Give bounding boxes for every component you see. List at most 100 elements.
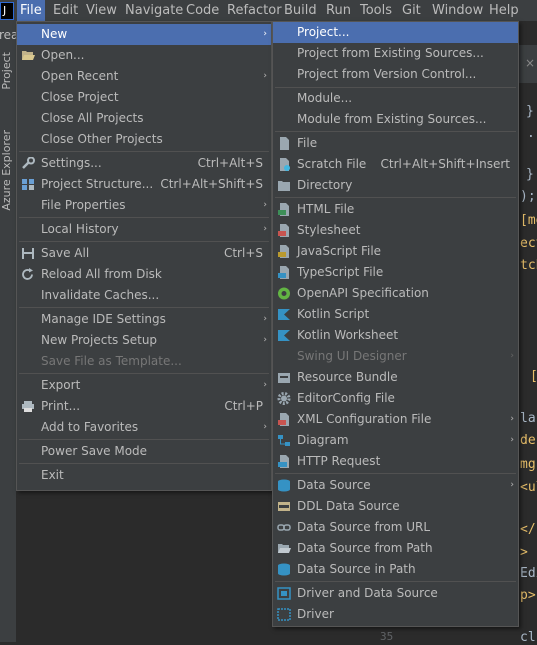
menu-item-new-projects-setup[interactable]: New Projects Setup › xyxy=(17,330,271,351)
menu-item-open-recent[interactable]: Open Recent › xyxy=(17,66,271,87)
menu-item-label: Save All xyxy=(41,246,90,260)
menu-item-export[interactable]: Export › xyxy=(17,375,271,396)
submenu-item-data-source-in-path[interactable]: Data Source in Path xyxy=(273,559,518,580)
submenu-item-resource-bundle[interactable]: Resource Bundle xyxy=(273,367,518,388)
menu-item-label: New Projects Setup xyxy=(41,333,158,347)
menu-item-label: Invalidate Caches... xyxy=(41,288,160,302)
submenu-item-scratch-file[interactable]: Scratch File Ctrl+Alt+Shift+Insert xyxy=(273,154,518,175)
submenu-arrow-icon: › xyxy=(263,380,267,390)
ddl-icon xyxy=(278,502,290,511)
menu-separator xyxy=(275,581,516,582)
submenu-item-module-from-existing-sources[interactable]: Module from Existing Sources... xyxy=(273,109,518,130)
menu-help[interactable]: Help xyxy=(486,0,522,21)
menu-item-exit[interactable]: Exit xyxy=(17,465,271,486)
menu-bar: J File Edit View Navigate Code Refactor … xyxy=(0,0,537,21)
menu-item-label: Directory xyxy=(297,178,353,192)
menu-item-label: Project Structure... xyxy=(41,177,154,191)
menu-item-label: Module from Existing Sources... xyxy=(297,112,487,126)
menu-build[interactable]: Build xyxy=(281,0,320,21)
menu-item-print[interactable]: Print... Ctrl+P xyxy=(17,396,271,417)
submenu-item-project-from-vcs[interactable]: Project from Version Control... xyxy=(273,64,518,85)
submenu-item-driver[interactable]: Driver xyxy=(273,604,518,625)
submenu-item-http-request[interactable]: HTTP Request xyxy=(273,451,518,472)
menu-window[interactable]: Window xyxy=(429,0,486,21)
submenu-arrow-icon: › xyxy=(510,480,514,490)
menu-item-label: Stylesheet xyxy=(297,223,361,237)
menu-item-invalidate-caches[interactable]: Invalidate Caches... xyxy=(17,285,271,306)
menu-item-manage-ide-settings[interactable]: Manage IDE Settings › xyxy=(17,309,271,330)
code-line: } xyxy=(526,104,534,119)
database-icon xyxy=(278,479,290,492)
driver-data-source-icon xyxy=(277,587,291,600)
submenu-item-editorconfig-file[interactable]: EditorConfig File xyxy=(273,388,518,409)
project-tool-tab[interactable]: Project xyxy=(0,52,13,90)
menu-refactor[interactable]: Refactor xyxy=(224,0,285,21)
menu-item-settings[interactable]: Settings... Ctrl+Alt+S xyxy=(17,153,271,174)
submenu-item-project[interactable]: Project... xyxy=(273,22,518,43)
close-tab-icon[interactable]: × xyxy=(525,56,535,70)
menu-separator xyxy=(275,131,516,132)
menu-item-close-project[interactable]: Close Project xyxy=(17,87,271,108)
menu-item-file-properties[interactable]: File Properties › xyxy=(17,195,271,216)
typescript-file-icon xyxy=(278,266,289,279)
submenu-item-html-file[interactable]: HTML File xyxy=(273,199,518,220)
menu-item-reload-all[interactable]: Reload All from Disk xyxy=(17,264,271,285)
menu-item-save-all[interactable]: Save All Ctrl+S xyxy=(17,243,271,264)
submenu-item-javascript-file[interactable]: JavaScript File xyxy=(273,241,518,262)
code-line: ); xyxy=(520,189,536,204)
menu-item-save-file-as-template: Save File as Template... xyxy=(17,351,271,372)
submenu-item-kotlin-script[interactable]: Kotlin Script xyxy=(273,304,518,325)
code-line: Edi xyxy=(520,566,537,581)
menu-item-label: Driver xyxy=(297,607,334,621)
submenu-item-directory[interactable]: Directory xyxy=(273,175,518,196)
code-line: . xyxy=(527,126,535,141)
menu-item-label: Diagram xyxy=(297,433,349,447)
folder-open-icon xyxy=(22,51,35,60)
submenu-item-file[interactable]: File xyxy=(273,133,518,154)
submenu-item-module[interactable]: Module... xyxy=(273,88,518,109)
submenu-item-stylesheet[interactable]: Stylesheet xyxy=(273,220,518,241)
menu-code[interactable]: Code xyxy=(183,0,222,21)
menu-edit[interactable]: Edit xyxy=(50,0,81,21)
submenu-arrow-icon: › xyxy=(510,435,514,445)
folder-icon xyxy=(278,181,290,191)
submenu-item-kotlin-worksheet[interactable]: Kotlin Worksheet xyxy=(273,325,518,346)
menu-item-local-history[interactable]: Local History › xyxy=(17,219,271,240)
menu-item-label: Project from Version Control... xyxy=(297,67,477,81)
menu-item-label: Manage IDE Settings xyxy=(41,312,166,326)
menu-item-power-save-mode[interactable]: Power Save Mode xyxy=(17,441,271,462)
submenu-item-data-source-from-path[interactable]: Data Source from Path xyxy=(273,538,518,559)
submenu-item-diagram[interactable]: Diagram › xyxy=(273,430,518,451)
menu-item-open[interactable]: Open... xyxy=(17,45,271,66)
menu-item-label: Local History xyxy=(41,222,119,236)
submenu-item-data-source[interactable]: Data Source › xyxy=(273,475,518,496)
code-line: [me xyxy=(520,213,537,228)
submenu-item-xml-configuration-file[interactable]: XML Configuration File › xyxy=(273,409,518,430)
submenu-item-driver-and-data-source[interactable]: Driver and Data Source xyxy=(273,583,518,604)
submenu-item-typescript-file[interactable]: TypeScript File xyxy=(273,262,518,283)
azure-explorer-tool-tab[interactable]: Azure Explorer xyxy=(0,130,13,211)
menu-item-label: Resource Bundle xyxy=(297,370,398,384)
menu-separator xyxy=(19,463,269,464)
submenu-item-data-source-from-url[interactable]: Data Source from URL xyxy=(273,517,518,538)
menu-item-project-structure[interactable]: Project Structure... Ctrl+Alt+Shift+S xyxy=(17,174,271,195)
submenu-arrow-icon: › xyxy=(263,200,267,210)
html-file-icon xyxy=(278,203,289,216)
menu-item-label: OpenAPI Specification xyxy=(297,286,429,300)
submenu-item-openapi-specification[interactable]: OpenAPI Specification xyxy=(273,283,518,304)
menu-item-label: Exit xyxy=(41,468,64,482)
menu-item-close-all-projects[interactable]: Close All Projects xyxy=(17,108,271,129)
menu-tools[interactable]: Tools xyxy=(357,0,395,21)
menu-file[interactable]: File xyxy=(17,0,45,21)
menu-git[interactable]: Git xyxy=(399,0,424,21)
menu-run[interactable]: Run xyxy=(323,0,354,21)
menu-item-close-other-projects[interactable]: Close Other Projects xyxy=(17,129,271,150)
menu-navigate[interactable]: Navigate xyxy=(122,0,186,21)
menu-item-new[interactable]: New › xyxy=(17,24,271,45)
menu-view[interactable]: View xyxy=(83,0,120,21)
wrench-icon xyxy=(22,157,35,169)
submenu-item-project-from-existing-sources[interactable]: Project from Existing Sources... xyxy=(273,43,518,64)
menu-separator xyxy=(19,151,269,152)
submenu-item-ddl-data-source[interactable]: DDL Data Source xyxy=(273,496,518,517)
menu-item-add-to-favorites[interactable]: Add to Favorites › xyxy=(17,417,271,438)
